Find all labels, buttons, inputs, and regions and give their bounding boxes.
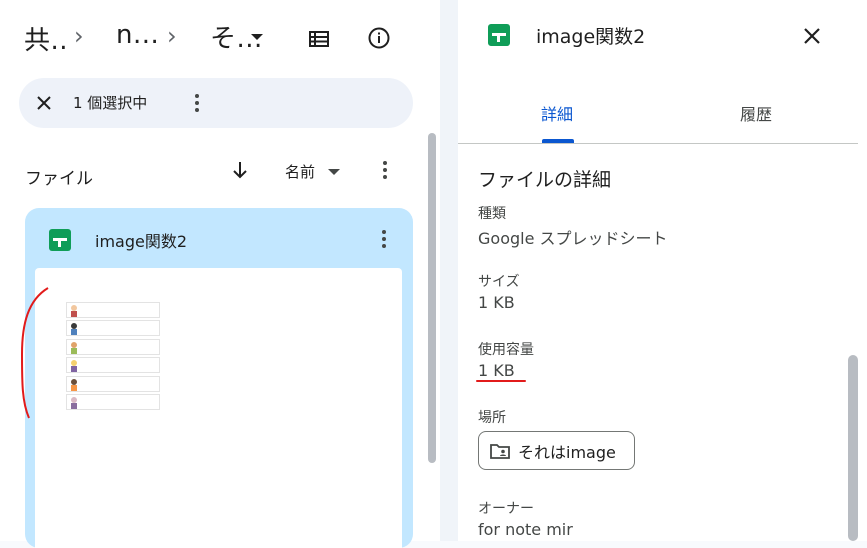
character-image <box>68 358 80 372</box>
table-row <box>66 357 160 373</box>
details-pane: image関数2 詳細 履歴 ファイルの詳細 種類 Google スプレッドシー… <box>458 0 867 541</box>
more-vert-icon[interactable] <box>377 228 391 250</box>
more-vert-icon[interactable] <box>190 92 204 114</box>
caret-down-icon[interactable] <box>251 34 263 40</box>
table-row <box>66 394 160 410</box>
table-row <box>66 339 160 355</box>
size-value: 1 KB <box>478 293 515 312</box>
file-browser-pane: 共.. › n... › そ... 1 個選択中 ファイル 名前 image関数… <box>0 0 440 548</box>
pane-divider <box>440 0 458 541</box>
file-card-title: image関数2 <box>95 232 188 251</box>
character-image <box>68 340 80 354</box>
annotation-bracket <box>20 287 49 419</box>
details-title: image関数2 <box>536 26 646 48</box>
close-icon[interactable] <box>33 92 55 114</box>
google-sheets-icon <box>49 229 71 251</box>
location-label: 場所 <box>478 410 506 426</box>
details-heading: ファイルの詳細 <box>478 169 612 191</box>
google-sheets-icon <box>488 24 510 46</box>
type-label: 種類 <box>478 206 506 222</box>
table-row <box>66 302 160 318</box>
table-row <box>66 320 160 336</box>
shared-folder-icon <box>490 443 510 459</box>
breadcrumb-separator-icon: › <box>167 22 177 50</box>
breadcrumb-separator-icon: › <box>74 22 84 50</box>
character-image <box>68 321 80 335</box>
annotation-underline <box>476 380 526 382</box>
breadcrumb-item-2[interactable]: n... <box>116 20 159 50</box>
scrollbar[interactable] <box>848 355 858 541</box>
tab-divider <box>458 143 858 144</box>
storage-value: 1 KB <box>478 361 515 380</box>
character-image <box>68 377 80 391</box>
tab-details[interactable]: 詳細 <box>541 101 573 125</box>
location-value: それはimage <box>518 442 616 462</box>
close-icon[interactable] <box>800 24 824 48</box>
tab-history[interactable]: 履歴 <box>740 101 772 125</box>
character-image <box>68 395 80 409</box>
info-icon[interactable] <box>366 25 392 51</box>
caret-down-icon[interactable] <box>328 169 340 175</box>
scrollbar[interactable] <box>428 133 436 463</box>
size-label: サイズ <box>478 274 520 290</box>
selection-count: 1 個選択中 <box>73 94 148 112</box>
location-chip[interactable]: それはimage <box>478 431 635 470</box>
selection-toolbar: 1 個選択中 <box>19 78 413 128</box>
owner-value: for note mir <box>478 520 573 539</box>
storage-label: 使用容量 <box>478 342 534 358</box>
breadcrumb-item-1[interactable]: 共.. <box>24 20 68 57</box>
arrow-down-icon[interactable] <box>228 158 252 182</box>
character-image <box>68 303 80 317</box>
more-vert-icon[interactable] <box>378 159 392 181</box>
sort-name-button[interactable]: 名前 <box>285 161 315 182</box>
section-title: ファイル <box>25 169 93 189</box>
owner-label: オーナー <box>478 501 534 517</box>
table-row <box>66 376 160 392</box>
list-view-icon[interactable] <box>306 26 332 52</box>
type-value: Google スプレッドシート <box>478 229 668 248</box>
